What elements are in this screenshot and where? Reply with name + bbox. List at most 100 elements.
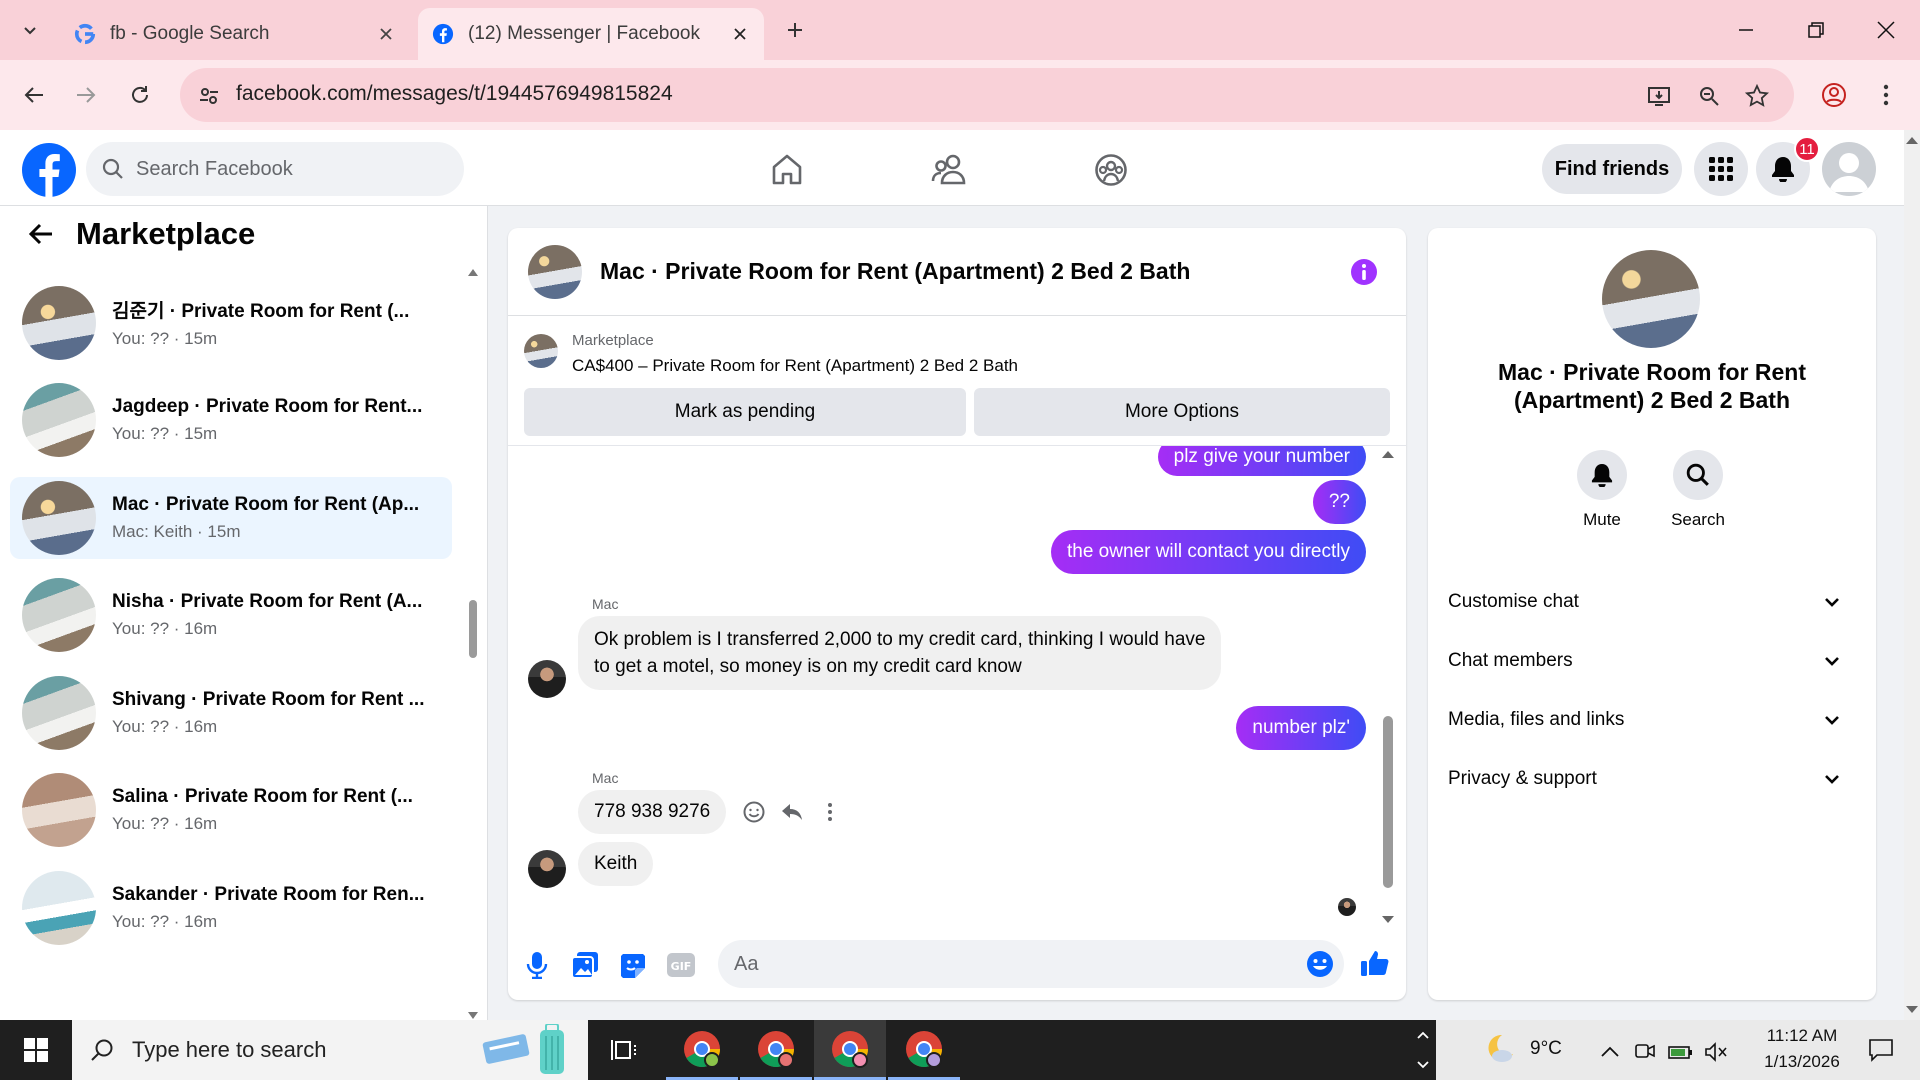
sticker-button[interactable] (618, 950, 648, 980)
listing-thumbnail[interactable] (524, 334, 558, 368)
info-section-media-files-and-links[interactable]: Media, files and links (1448, 698, 1858, 742)
tab-close-button[interactable] (376, 24, 396, 44)
account-avatar[interactable] (1822, 142, 1876, 196)
chevron-up-icon[interactable] (1416, 1030, 1430, 1040)
tab-close-button[interactable] (730, 24, 750, 44)
meet-now-icon[interactable] (1634, 1040, 1656, 1062)
facebook-search-input[interactable]: Search Facebook (86, 142, 464, 196)
temperature-text[interactable]: 9°C (1530, 1038, 1562, 1060)
mark-pending-button[interactable]: Mark as pending (524, 388, 966, 436)
back-button[interactable] (16, 77, 52, 113)
scroll-down-icon[interactable] (466, 1010, 480, 1020)
message-bubble-out[interactable]: ?? (1312, 480, 1366, 524)
reload-button[interactable] (122, 77, 158, 113)
conversation-item[interactable]: Mac · Private Room for Rent (Ap... Mac: K… (10, 476, 452, 559)
speaker-muted-icon[interactable] (1704, 1042, 1728, 1062)
profile-button[interactable] (1816, 77, 1852, 113)
chat-header: Mac · Private Room for Rent (Apartment) … (508, 228, 1406, 316)
scroll-thumb[interactable] (469, 600, 477, 658)
bookmark-star-icon[interactable] (1744, 83, 1770, 109)
page-scrollbar[interactable] (1904, 130, 1920, 1020)
restore-button[interactable] (1792, 12, 1840, 48)
mute-button[interactable]: Mute (1562, 450, 1642, 530)
chat-avatar[interactable] (528, 244, 582, 299)
taskbar-search-input[interactable]: Type here to search (72, 1020, 588, 1080)
send-like-button[interactable] (1360, 948, 1390, 978)
taskbar-chrome-4[interactable] (888, 1020, 960, 1080)
browser-menu-button[interactable] (1868, 77, 1904, 113)
info-icon[interactable] (1350, 258, 1378, 286)
tab-search-button[interactable] (12, 12, 48, 48)
clock-time[interactable]: 11:12 AM (1746, 1026, 1858, 1046)
message-bubble-out[interactable]: the owner will contact you directly (1050, 530, 1366, 574)
message-bubble-in[interactable]: 778 938 9276 (578, 790, 727, 834)
zoom-icon[interactable] (1696, 83, 1722, 109)
nav-groups[interactable] (1091, 150, 1131, 190)
message-bubble-out[interactable]: plz give your number (1157, 446, 1366, 476)
message-input[interactable]: Aa (718, 940, 1344, 988)
info-section-customise-chat[interactable]: Customise chat (1448, 580, 1858, 624)
task-view-button[interactable] (588, 1020, 660, 1080)
forward-button[interactable] (68, 77, 104, 113)
weather-moon-icon[interactable] (1482, 1032, 1516, 1066)
install-app-icon[interactable] (1646, 83, 1672, 109)
sticker-icon (621, 954, 645, 978)
scroll-thumb[interactable] (1383, 716, 1393, 888)
close-window-button[interactable] (1862, 12, 1910, 48)
notification-center-icon[interactable] (1868, 1038, 1894, 1062)
conversation-item[interactable]: Sakander · Private Room for Ren... You: ?… (10, 867, 452, 949)
arrow-left-icon[interactable] (28, 222, 54, 246)
chat-title[interactable]: Mac · Private Room for Rent (Apartment) … (600, 258, 1190, 285)
more-icon[interactable] (826, 800, 834, 824)
tab-messenger[interactable]: (12) Messenger | Facebook (418, 8, 764, 60)
info-section-chat-members[interactable]: Chat members (1448, 639, 1858, 683)
emoji-icon[interactable] (1306, 950, 1334, 978)
conversation-item[interactable]: Jagdeep · Private Room for Rent... You: ?… (10, 379, 452, 461)
sidebar-scrollbar[interactable] (466, 262, 480, 1020)
scroll-up-icon[interactable] (1904, 134, 1920, 146)
reply-icon[interactable] (780, 800, 804, 824)
attach-photo-button[interactable] (570, 950, 600, 980)
chevron-down-icon[interactable] (1416, 1060, 1430, 1070)
scroll-up-icon[interactable] (1380, 448, 1396, 460)
url-text[interactable]: facebook.com/messages/t/19445769498158​2… (236, 82, 673, 106)
taskbar-chrome-2[interactable] (740, 1020, 812, 1080)
facebook-logo-icon[interactable] (22, 143, 76, 197)
conversation-item[interactable]: Shivang · Private Room for Rent ... You: … (10, 672, 452, 754)
site-info-icon[interactable] (196, 83, 222, 109)
omnibox[interactable]: facebook.com/messages/t/19445769498158​2… (180, 68, 1794, 122)
message-bubble-in[interactable]: Keith (578, 842, 654, 886)
nav-friends[interactable] (929, 150, 969, 190)
react-emoji-icon[interactable] (742, 800, 766, 824)
scroll-up-icon[interactable] (466, 266, 480, 278)
message-scrollbar[interactable] (1380, 446, 1396, 926)
minimize-button[interactable] (1722, 12, 1770, 48)
menu-button[interactable] (1694, 142, 1748, 196)
battery-icon[interactable] (1668, 1042, 1694, 1062)
chevron-up-icon[interactable] (1600, 1044, 1620, 1058)
scroll-down-icon[interactable] (1380, 914, 1396, 926)
gif-button[interactable]: GIF (666, 950, 696, 980)
message-bubble-in[interactable]: Ok problem is I transferred 2,000 to my … (578, 616, 1222, 690)
conversation-avatar[interactable] (1602, 250, 1700, 348)
info-section-privacy-support[interactable]: Privacy & support (1448, 757, 1858, 801)
clock-date[interactable]: 1/13/2026 (1746, 1052, 1858, 1072)
listing-title[interactable]: CA$400 – Private Room for Rent (Apartmen… (572, 356, 1018, 376)
taskbar-chrome-3[interactable] (814, 1020, 886, 1080)
voice-clip-button[interactable] (522, 950, 552, 980)
new-tab-button[interactable] (780, 15, 810, 45)
conversation-item[interactable]: Salina · Private Room for Rent (... You: … (10, 769, 452, 851)
search-in-conversation-button[interactable]: Search (1658, 450, 1738, 530)
message-bubble-out[interactable]: number plz' (1236, 706, 1366, 750)
taskbar-chrome-1[interactable] (666, 1020, 738, 1080)
more-options-button[interactable]: More Options (974, 388, 1390, 436)
find-friends-button[interactable]: Find friends (1542, 144, 1682, 194)
sender-avatar[interactable] (528, 660, 566, 698)
conversation-item[interactable]: Nisha · Private Room for Rent (A... You: … (10, 574, 452, 656)
conversation-item[interactable]: 김준기 · Private Room for Rent (... You: ?? … (10, 282, 452, 364)
sender-avatar[interactable] (528, 850, 566, 888)
scroll-down-icon[interactable] (1904, 1004, 1920, 1016)
start-button[interactable] (0, 1020, 72, 1080)
tab-google-search[interactable]: fb - Google Search (60, 8, 410, 60)
nav-home[interactable] (767, 150, 807, 190)
